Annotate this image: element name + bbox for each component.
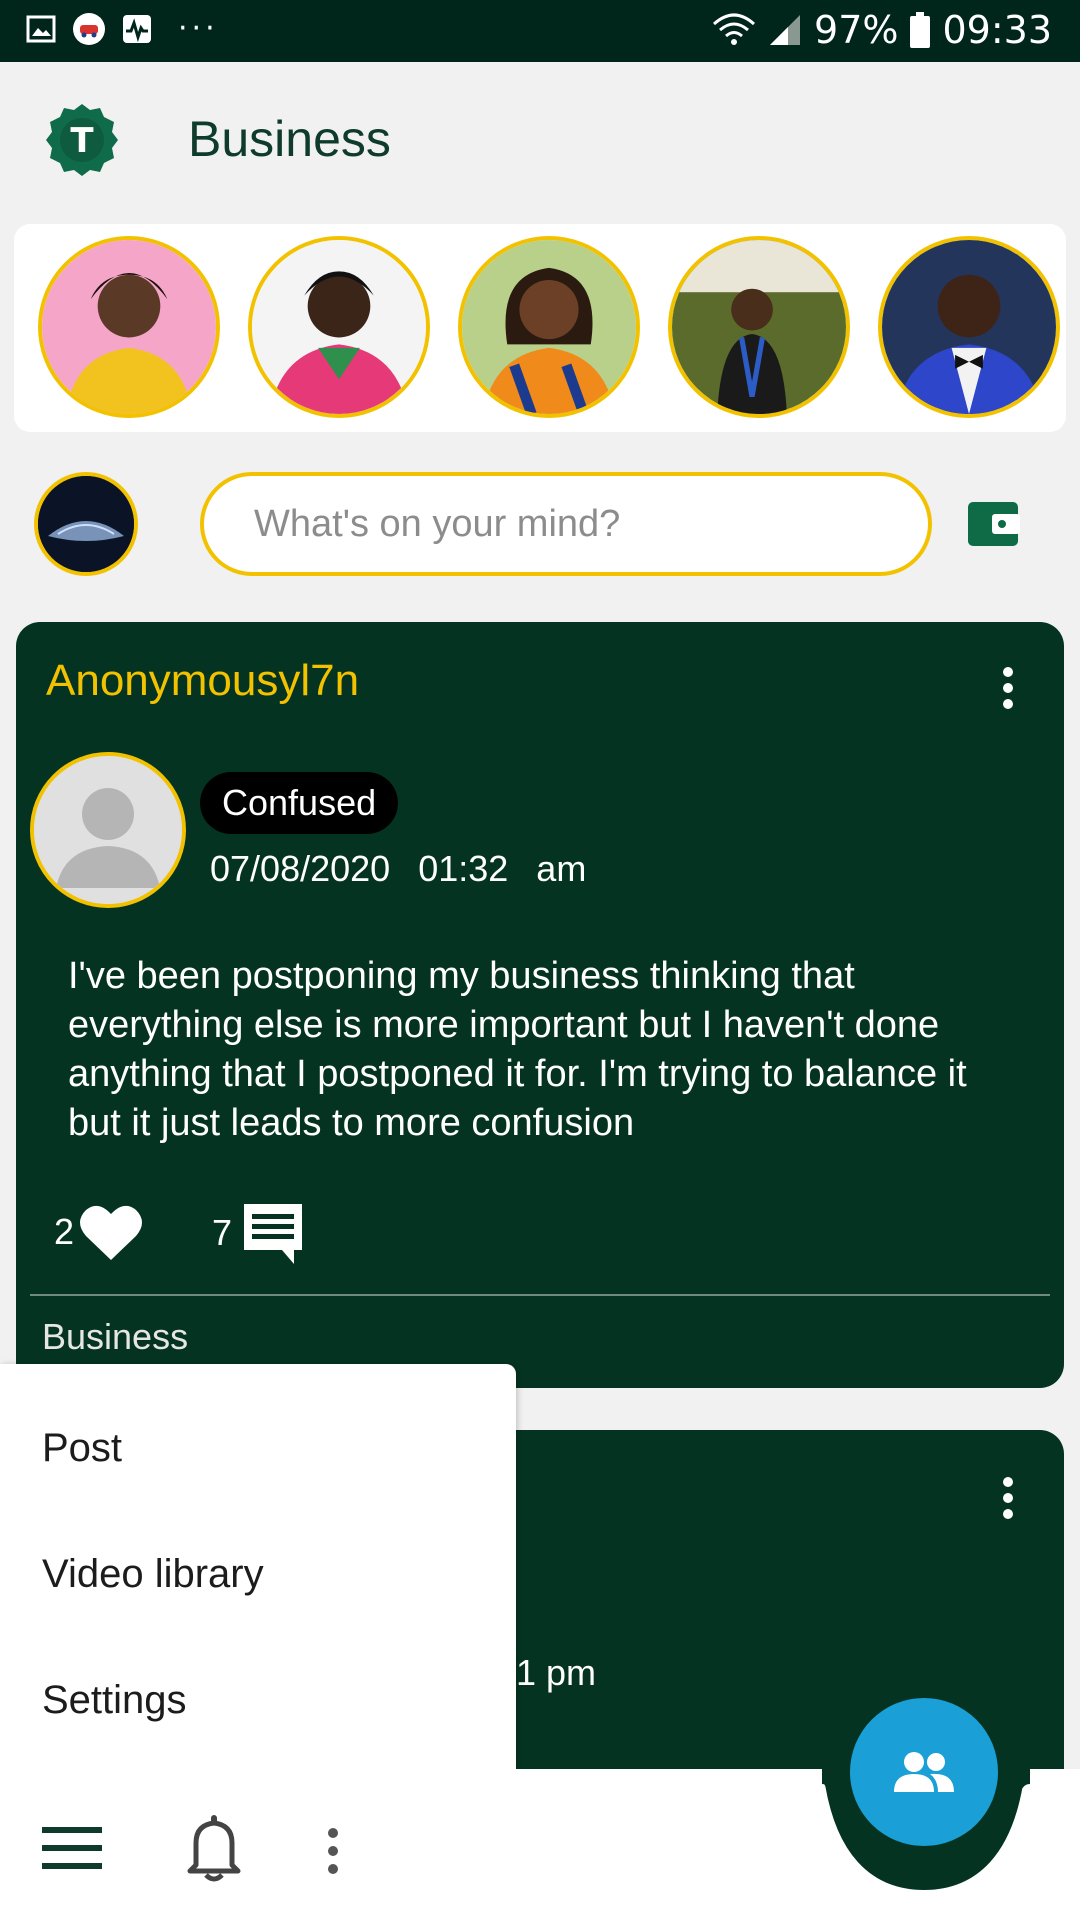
wifi-icon xyxy=(713,13,756,45)
post-author[interactable]: Anonymousyl7n xyxy=(46,656,359,706)
gallery-notification-icon xyxy=(24,12,58,46)
post-datetime: 07/08/2020 01:32 am xyxy=(210,848,586,890)
post-more-options-icon[interactable] xyxy=(1000,1468,1016,1528)
svg-text:T: T xyxy=(70,121,94,161)
current-user-avatar[interactable] xyxy=(34,472,138,576)
post-card[interactable]: Anonymousyl7n Confused 07/08/2020 01:32 … xyxy=(16,622,1064,1388)
wallet-icon[interactable] xyxy=(966,496,1022,552)
comment-icon xyxy=(244,1204,303,1264)
community-fab[interactable] xyxy=(850,1698,998,1846)
post-author-avatar[interactable] xyxy=(30,752,186,908)
story-avatar[interactable] xyxy=(458,236,640,418)
comment-button[interactable]: 7 xyxy=(212,1200,306,1266)
page-title: Business xyxy=(188,111,391,167)
post-time: 01:32 am xyxy=(418,848,587,889)
more-vert-icon[interactable] xyxy=(326,1825,340,1877)
signal-icon xyxy=(770,15,801,45)
clock: 09:33 xyxy=(942,8,1052,52)
post-time: 1 pm xyxy=(516,1652,597,1693)
overflow-menu: Post Video library Settings xyxy=(0,1364,516,1769)
menu-item-settings[interactable]: Settings xyxy=(42,1678,187,1723)
app-logo[interactable]: T xyxy=(44,102,120,178)
stories-row xyxy=(14,224,1066,432)
like-button[interactable]: 2 xyxy=(54,1202,144,1262)
story-avatar[interactable] xyxy=(248,236,430,418)
post-body: I've been postponing my business thinkin… xyxy=(68,955,967,1144)
group-icon xyxy=(894,1752,954,1792)
heart-icon xyxy=(80,1205,143,1260)
like-count: 2 xyxy=(54,1211,75,1252)
battery-icon xyxy=(910,12,931,48)
hamburger-menu-icon[interactable] xyxy=(42,1827,102,1869)
story-avatar[interactable] xyxy=(38,236,220,418)
more-notifications-icon: ··· xyxy=(178,11,219,46)
comment-count: 7 xyxy=(212,1212,233,1253)
post-date: 07/08/2020 xyxy=(210,848,391,889)
divider xyxy=(30,1294,1050,1296)
post-category[interactable]: Business xyxy=(42,1316,188,1358)
mood-badge: Confused xyxy=(200,772,399,834)
story-avatar[interactable] xyxy=(668,236,850,418)
menu-item-post[interactable]: Post xyxy=(42,1426,122,1471)
whats-on-your-mind-input[interactable]: What's on your mind? xyxy=(200,472,932,576)
battery-percent: 97% xyxy=(814,8,899,52)
app-notification-icon xyxy=(72,12,106,46)
menu-item-video-library[interactable]: Video library xyxy=(42,1552,264,1597)
post-more-options-icon[interactable] xyxy=(1000,658,1016,718)
notifications-bell-icon[interactable] xyxy=(184,1813,244,1883)
app-bar: T Business xyxy=(0,62,1080,218)
story-avatar[interactable] xyxy=(878,236,1060,418)
health-notification-icon xyxy=(120,12,154,46)
status-bar: ··· 97% 09:33 xyxy=(0,0,1080,62)
